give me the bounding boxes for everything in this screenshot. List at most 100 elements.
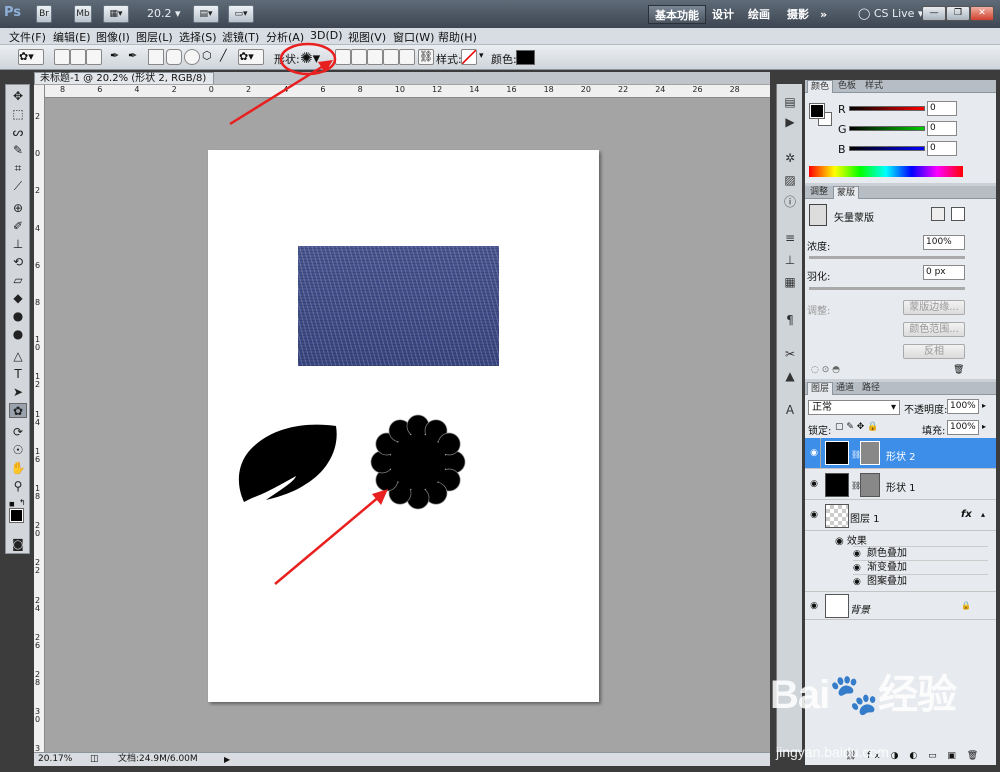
menu-help[interactable]: 帮助(H): [438, 29, 477, 45]
brush-tool-icon[interactable]: ✐: [9, 219, 27, 234]
tab-layers[interactable]: 图层: [807, 382, 834, 395]
restore-icon[interactable]: ❐: [946, 6, 970, 21]
polygon-icon[interactable]: ⬡: [202, 49, 218, 65]
g-value[interactable]: 0: [927, 121, 957, 136]
exclude-overlap-icon[interactable]: [399, 49, 415, 65]
eye-icon[interactable]: ◉: [808, 479, 820, 489]
clone-source-icon[interactable]: ⊥: [781, 252, 799, 268]
minimize-icon[interactable]: —: [922, 6, 946, 21]
subtract-shape-area-icon[interactable]: [367, 49, 383, 65]
workspace-painting[interactable]: 绘画: [742, 5, 776, 24]
fill-value[interactable]: 100%: [947, 420, 979, 435]
arrange-documents-button[interactable]: ▤▾: [193, 5, 219, 23]
clone-stamp-tool-icon[interactable]: ⊥: [9, 237, 27, 252]
zoom-tool-icon[interactable]: ⚲: [9, 479, 27, 494]
3d-orbit-tool-icon[interactable]: ☉: [9, 443, 27, 458]
lock-icons[interactable]: ▢ ✎ ✥ 🔒: [835, 422, 878, 432]
mask-edge-button[interactable]: 蒙版边缘...: [903, 300, 965, 315]
feather-slider[interactable]: [809, 287, 965, 290]
history-brush-tool-icon[interactable]: ⟲: [9, 255, 27, 270]
menu-select[interactable]: 选择(S): [179, 29, 217, 45]
eye-icon[interactable]: ◉: [808, 510, 820, 520]
layer-row-shape1[interactable]: ◉ ⛓ 形状 1: [805, 470, 996, 500]
expand-effects-icon[interactable]: ▴: [981, 510, 985, 519]
marquee-tool-icon[interactable]: ⬚: [9, 107, 27, 122]
paths-icon[interactable]: [70, 49, 86, 65]
tab-color[interactable]: 颜色: [807, 80, 834, 93]
tool-presets-icon[interactable]: ✲: [781, 150, 799, 166]
navigator-icon[interactable]: ▨: [781, 172, 799, 188]
tab-channels[interactable]: 通道: [833, 382, 857, 395]
paint-bucket-tool-icon[interactable]: ◆: [9, 291, 27, 306]
menu-window[interactable]: 窗口(W): [393, 29, 434, 45]
density-slider[interactable]: [809, 256, 965, 259]
fill-arrow[interactable]: ▸: [982, 422, 986, 431]
layer-row-shape2[interactable]: ◉ ⛓ 形状 2: [805, 438, 996, 469]
more-workspaces-button[interactable]: »: [814, 5, 833, 24]
tab-masks[interactable]: 蒙版: [833, 186, 860, 199]
menu-edit[interactable]: 编辑(E): [53, 29, 91, 45]
color-ramp[interactable]: [809, 166, 963, 177]
r-slider[interactable]: [849, 106, 925, 111]
hand-tool-icon[interactable]: ✋: [9, 461, 27, 476]
rectangle-icon[interactable]: [148, 49, 164, 65]
view-extras-button[interactable]: ▦▾: [103, 5, 129, 23]
paragraph-icon[interactable]: ¶: [781, 312, 799, 328]
density-value[interactable]: 100%: [923, 235, 965, 250]
zoom-level-select[interactable]: 20.2 ▾: [147, 7, 181, 20]
style-picker[interactable]: [461, 49, 477, 65]
lasso-tool-icon[interactable]: ᔕ: [9, 125, 27, 140]
info-icon[interactable]: ⓘ: [781, 194, 799, 210]
blend-mode-select[interactable]: 正常 ▾: [808, 400, 900, 415]
effect-color-overlay[interactable]: ◉ 颜色叠加: [853, 546, 988, 560]
b-slider[interactable]: [849, 146, 925, 151]
effect-gradient-overlay[interactable]: ◉ 渐变叠加: [853, 560, 988, 574]
menu-3d[interactable]: 3D(D): [310, 29, 343, 42]
link-icon[interactable]: ⛓: [418, 49, 434, 65]
eraser-tool-icon[interactable]: ▱: [9, 273, 27, 288]
status-menu-arrow[interactable]: ▶: [224, 753, 230, 766]
screen-mode-button[interactable]: ▭▾: [228, 5, 254, 23]
close-icon[interactable]: ✕: [970, 6, 994, 21]
shape2-mask-thumb[interactable]: [860, 441, 880, 465]
intersect-shape-areas-icon[interactable]: [383, 49, 399, 65]
shape1-mask-thumb[interactable]: [860, 473, 880, 497]
history-panel-icon[interactable]: ▤: [781, 94, 799, 110]
g-slider[interactable]: [849, 126, 925, 131]
layer-row-layer1[interactable]: ◉ 图层 1 fx ▴: [805, 501, 996, 531]
rounded-rectangle-icon[interactable]: [166, 49, 182, 65]
pen-tool-icon[interactable]: △: [9, 349, 27, 364]
healing-brush-tool-icon[interactable]: ⊕: [9, 201, 27, 216]
shape-layers-icon[interactable]: [54, 49, 70, 65]
actions-panel-icon[interactable]: ▶: [781, 114, 799, 130]
character-icon[interactable]: A: [781, 402, 799, 418]
vector-mask-button[interactable]: [951, 207, 965, 221]
status-icon[interactable]: ◫: [90, 753, 99, 766]
type-tool-icon[interactable]: T: [9, 367, 27, 382]
brush-presets-icon[interactable]: ≡: [781, 230, 799, 246]
menu-layer[interactable]: 图层(L): [136, 29, 173, 45]
fill-pixels-icon[interactable]: [86, 49, 102, 65]
brush-panel-icon[interactable]: ▦: [781, 274, 799, 290]
freeform-pen-icon[interactable]: ✒: [128, 49, 144, 65]
color-swatch[interactable]: [516, 50, 535, 65]
tab-styles[interactable]: 样式: [862, 80, 886, 93]
color-range-button[interactable]: 颜色范围...: [903, 322, 965, 337]
quick-selection-tool-icon[interactable]: ✎: [9, 143, 27, 158]
tab-swatches[interactable]: 色板: [835, 80, 859, 93]
blur-tool-icon[interactable]: ●: [9, 309, 27, 324]
adjustments-icon[interactable]: ▲: [781, 368, 799, 384]
pen-icon[interactable]: ✒: [110, 49, 126, 65]
b-value[interactable]: 0: [927, 141, 957, 156]
eyedropper-tool-icon[interactable]: ⟋: [9, 179, 27, 194]
3d-rotate-tool-icon[interactable]: ⟳: [9, 425, 27, 440]
menu-file[interactable]: 文件(F): [9, 29, 46, 45]
custom-shape-tool-icon[interactable]: ✿: [9, 403, 27, 418]
minibridge-button[interactable]: Mb: [74, 5, 92, 23]
r-value[interactable]: 0: [927, 101, 957, 116]
3d-panel-icon[interactable]: ✂: [781, 346, 799, 362]
move-tool-icon[interactable]: ✥: [9, 89, 27, 104]
menu-image[interactable]: 图像(I): [96, 29, 130, 45]
layer-row-background[interactable]: ◉ 背景 🔒: [805, 591, 996, 620]
effect-pattern-overlay[interactable]: ◉ 图案叠加: [853, 574, 988, 588]
